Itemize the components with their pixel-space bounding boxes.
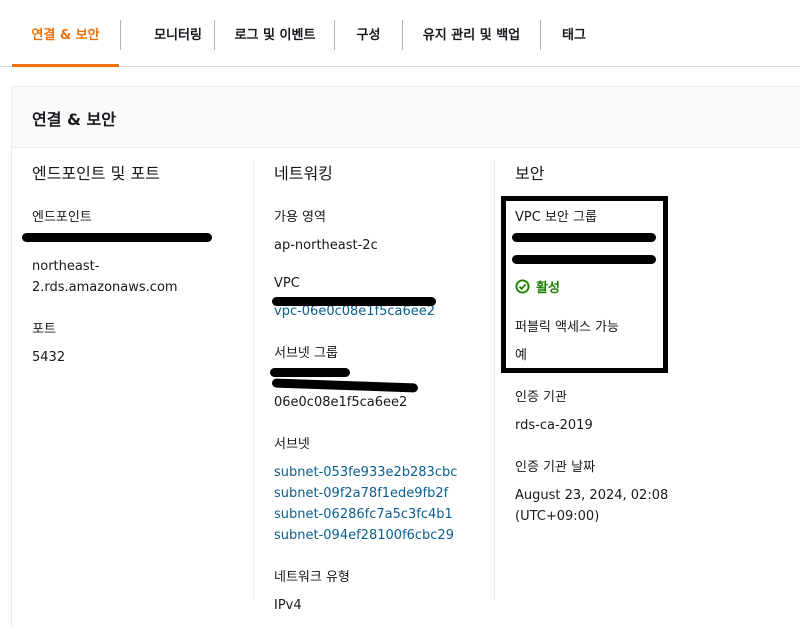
subnet-link[interactable]: subnet-053fe933e2b283cbc <box>274 462 457 483</box>
certificate-authority-label: 인증 기관 <box>515 390 567 405</box>
section-title: 네트워킹 <box>274 164 333 183</box>
subnet-link[interactable]: subnet-09f2a78f1ede9fb2f <box>274 483 457 504</box>
port-label: 포트 <box>32 322 56 337</box>
tab-logs-events[interactable]: 로그 및 이벤트 <box>215 0 335 66</box>
ca-date-label: 인증 기관 날짜 <box>515 460 596 475</box>
networking-section: 네트워킹 가용 영역 ap-northeast-2c VPC vpc-06e0c… <box>274 160 457 636</box>
az-label: 가용 영역 <box>274 210 326 225</box>
subnet-link[interactable]: subnet-06286fc7a5c3fc4b1 <box>274 504 457 525</box>
redaction-mark <box>272 297 436 306</box>
redaction-mark <box>270 368 350 377</box>
column-divider <box>253 160 254 600</box>
vpc-label: VPC <box>274 276 300 291</box>
ca-date-line: (UTC+09:00) <box>515 509 600 524</box>
redaction-mark <box>22 233 212 242</box>
port-value: 5432 <box>32 350 66 365</box>
tab-tags[interactable]: 태그 <box>541 0 607 66</box>
subnet-group-value[interactable]: 06e0c08e1f5ca6ee2 <box>274 392 457 413</box>
network-type-label: 네트워크 유형 <box>274 570 350 585</box>
endpoint-line: 2.rds.amazonaws.com <box>32 280 178 295</box>
highlight-box <box>501 196 668 373</box>
subnet-group-label: 서브넷 그룹 <box>274 346 338 361</box>
tab-connectivity-security[interactable]: 연결 & 보안 <box>12 0 119 67</box>
certificate-authority-value: rds-ca-2019 <box>515 418 593 433</box>
panel-header: 연결 & 보안 <box>12 87 800 148</box>
network-type-value: IPv4 <box>274 598 302 613</box>
subnet-link[interactable]: subnet-094ef28100f6cbc29 <box>274 525 457 546</box>
section-title: 보안 <box>515 164 545 183</box>
tab-configuration[interactable]: 구성 <box>335 0 402 66</box>
tab-bar: 연결 & 보안 모니터링 로그 및 이벤트 구성 유지 관리 및 백업 태그 <box>0 0 800 67</box>
column-divider <box>494 160 495 600</box>
endpoint-value: northeast- 2.rds.amazonaws.com <box>32 235 178 298</box>
endpoint-line: northeast- <box>32 259 100 274</box>
panel-title: 연결 & 보안 <box>32 110 116 129</box>
section-title: 엔드포인트 및 포트 <box>32 164 160 183</box>
tab-maintenance-backups[interactable]: 유지 관리 및 백업 <box>403 0 540 66</box>
az-value: ap-northeast-2c <box>274 238 378 253</box>
subnets-label: 서브넷 <box>274 437 310 452</box>
ca-date-line: August 23, 2024, 02:08 <box>515 488 669 503</box>
endpoint-port-section: 엔드포인트 및 포트 엔드포인트 northeast- 2.rds.amazon… <box>32 160 178 388</box>
endpoint-label: 엔드포인트 <box>32 210 92 225</box>
